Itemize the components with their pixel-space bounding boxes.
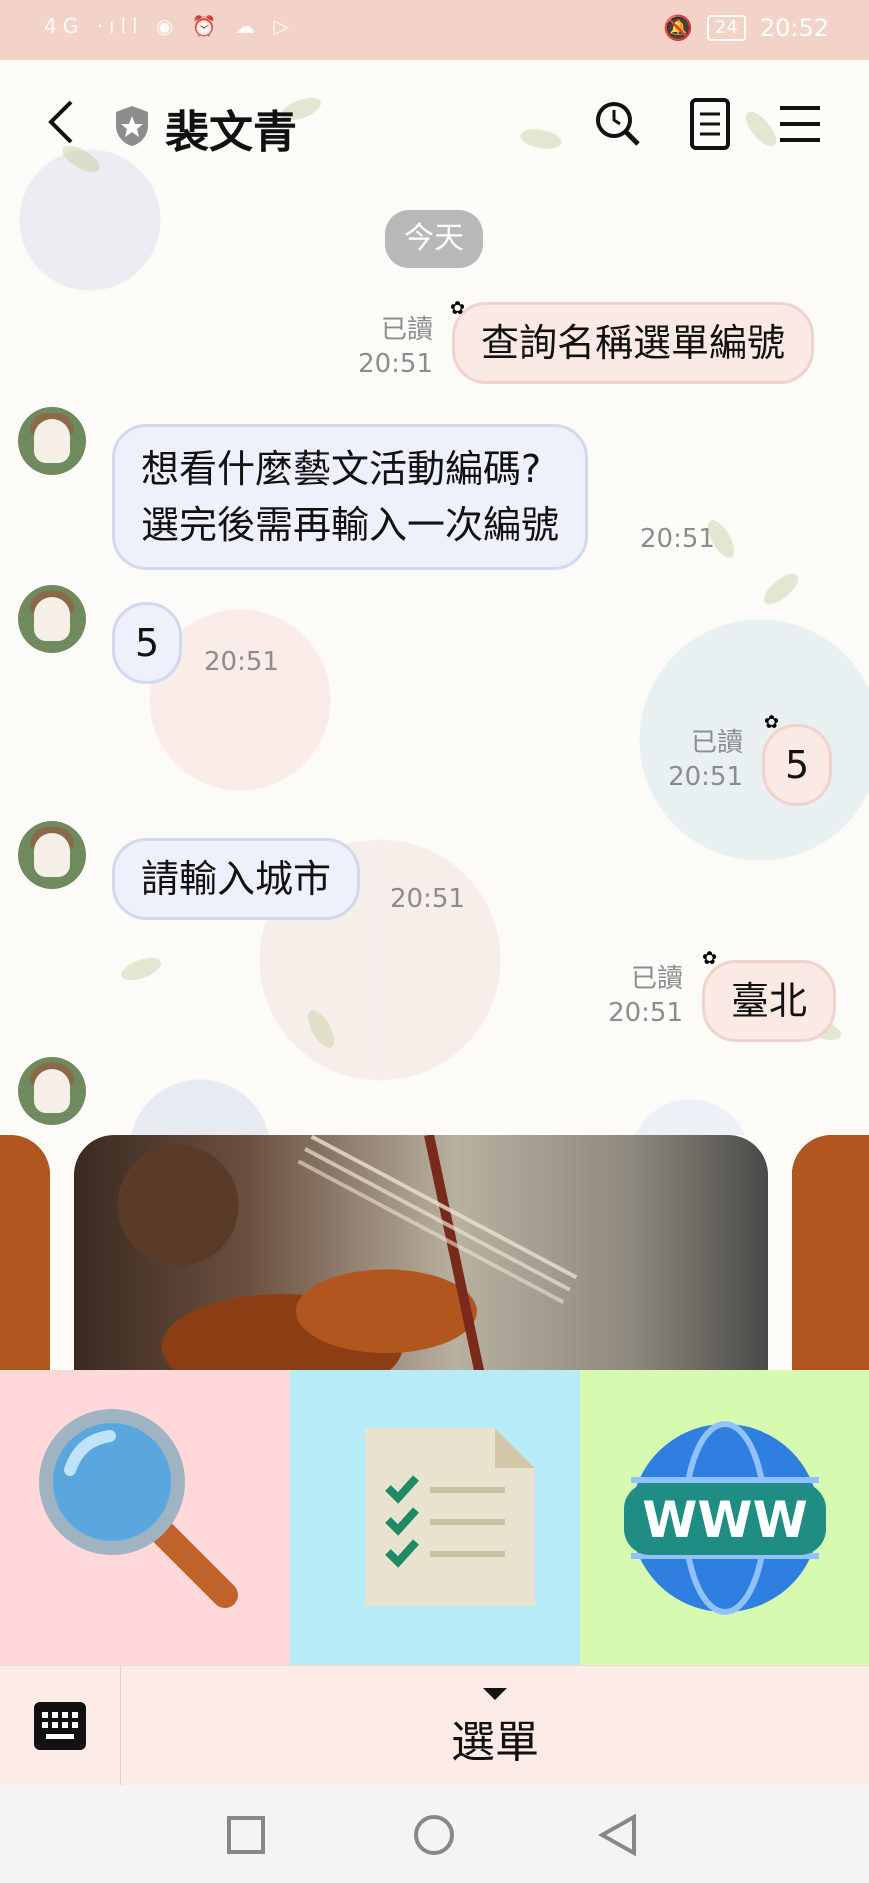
message-time: 20:51 bbox=[358, 349, 433, 379]
read-status: 已讀 20:51 bbox=[668, 726, 743, 794]
checklist-document-icon bbox=[365, 1428, 535, 1606]
bottom-bar: 選單 bbox=[0, 1665, 869, 1786]
message-time: 20:51 bbox=[640, 524, 715, 554]
keyboard-toggle-button[interactable] bbox=[0, 1666, 121, 1786]
chat-title: 裴文青 bbox=[165, 107, 297, 158]
system-nav-bar bbox=[0, 1785, 869, 1883]
contact-avatar[interactable] bbox=[18, 585, 86, 653]
rich-menu: WWW bbox=[0, 1370, 869, 1665]
message-time: 20:51 bbox=[204, 647, 279, 677]
carousel-card-prev[interactable] bbox=[0, 1135, 50, 1370]
recent-apps-icon[interactable] bbox=[226, 1815, 266, 1855]
chat-header: 裴文青 bbox=[0, 60, 869, 190]
message-time: 20:51 bbox=[390, 884, 465, 914]
outgoing-message-bubble[interactable]: 查詢名稱選單編號 bbox=[452, 302, 815, 384]
message-line: 想看什麼藝文活動編碼? bbox=[141, 447, 542, 491]
official-shield-icon bbox=[116, 106, 148, 146]
rich-menu-website-button[interactable]: WWW bbox=[580, 1370, 869, 1665]
read-status: 已讀 20:51 bbox=[608, 962, 683, 1030]
search-icon[interactable] bbox=[590, 96, 646, 152]
rich-menu-search-button[interactable] bbox=[0, 1370, 290, 1665]
keyboard-icon bbox=[34, 1702, 86, 1750]
message-line: 選完後需再輸入一次編號 bbox=[141, 503, 560, 547]
contact-avatar[interactable] bbox=[18, 821, 86, 889]
www-globe-icon: WWW bbox=[624, 1421, 826, 1615]
outgoing-message-bubble[interactable]: 5 bbox=[762, 724, 833, 806]
flower-decoration-icon: ✿ bbox=[702, 948, 718, 969]
back-chevron-icon[interactable] bbox=[35, 94, 91, 150]
status-right: 🔕 24 20:52 bbox=[663, 14, 829, 42]
carousel-card-violin-photo[interactable] bbox=[74, 1135, 768, 1370]
svg-text:WWW: WWW bbox=[642, 1491, 807, 1549]
date-chip: 今天 bbox=[385, 210, 483, 268]
violin-image bbox=[74, 1135, 768, 1370]
carousel-card-next[interactable] bbox=[792, 1135, 869, 1370]
read-label: 已讀 bbox=[630, 964, 683, 994]
contact-avatar[interactable] bbox=[18, 407, 86, 475]
magnifier-icon bbox=[39, 1409, 238, 1608]
status-time: 20:52 bbox=[759, 14, 829, 42]
message-time: 20:51 bbox=[608, 998, 683, 1028]
outgoing-message-bubble[interactable]: 臺北 bbox=[702, 960, 837, 1042]
contact-avatar[interactable] bbox=[18, 1057, 86, 1125]
status-bar: 4G ·ıll ◉ ⏰ ☁ ▷ 🔕 24 20:52 bbox=[0, 0, 869, 60]
home-icon[interactable] bbox=[412, 1813, 456, 1857]
flower-decoration-icon: ✿ bbox=[764, 712, 780, 733]
caret-down-icon bbox=[483, 1688, 507, 1700]
back-triangle-icon[interactable] bbox=[598, 1813, 638, 1857]
battery-icon: 24 bbox=[706, 15, 746, 41]
message-time: 20:51 bbox=[668, 762, 743, 792]
rich-menu-label: 選單 bbox=[451, 1717, 539, 1768]
mute-icon: 🔕 bbox=[663, 14, 693, 42]
rich-menu-toggle[interactable]: 選單 bbox=[121, 1666, 869, 1786]
incoming-message-bubble[interactable]: 5 bbox=[112, 602, 183, 684]
incoming-message-bubble[interactable]: 請輸入城市 bbox=[112, 838, 361, 920]
read-label: 已讀 bbox=[380, 315, 433, 345]
notes-icon[interactable] bbox=[682, 96, 738, 152]
flower-decoration-icon: ✿ bbox=[450, 298, 466, 319]
incoming-message-bubble[interactable]: 想看什麼藝文活動編碼? 選完後需再輸入一次編號 bbox=[112, 424, 589, 570]
read-label: 已讀 bbox=[690, 728, 743, 758]
rich-menu-list-button[interactable] bbox=[290, 1370, 580, 1665]
status-indicators: 4G ·ıll ◉ ⏰ ☁ ▷ bbox=[44, 14, 295, 38]
image-carousel[interactable] bbox=[0, 1135, 869, 1370]
read-status: 已讀 20:51 bbox=[358, 313, 433, 381]
hamburger-menu-icon[interactable] bbox=[772, 96, 828, 152]
